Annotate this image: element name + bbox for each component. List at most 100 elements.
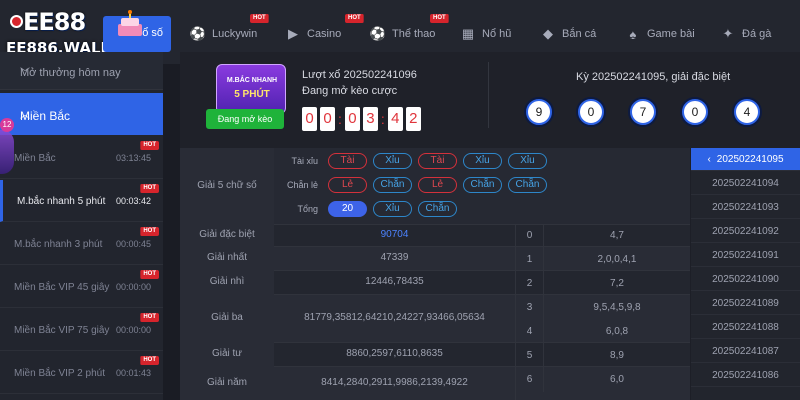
bet-result-pill[interactable]: Chẵn — [463, 177, 502, 193]
head-digit: 0 — [516, 224, 544, 248]
region-mien-bac[interactable]: Miền Bắc ︿ — [0, 93, 163, 135]
sidebar-item-lottery[interactable]: Miền Bắc VIP 2 phút 00:01:43 HOT — [0, 352, 163, 394]
prize-name: Giải tư — [180, 342, 274, 366]
nav-item-6[interactable]: ✦ Đá gà — [720, 24, 772, 44]
chevron-up-icon: ︿ — [20, 110, 30, 121]
tail-digits: 8,9 — [610, 350, 624, 361]
prize-name: Giải ba — [180, 294, 274, 342]
bet-result-pill[interactable]: Tài — [418, 153, 457, 169]
bet-result-pill[interactable]: Xỉu — [373, 201, 412, 217]
history-item[interactable]: 202502241090 — [691, 268, 800, 291]
nav-item-5[interactable]: ♠ Game bài — [625, 24, 695, 44]
history-item[interactable]: ‹ 202502241095 — [691, 148, 800, 171]
history-draw-id: 202502241092 — [712, 226, 779, 237]
sidebar-header[interactable]: Mở thưởng hôm nay ﹀ — [0, 52, 163, 90]
nav-item-3[interactable]: ▦ Nổ hũ — [460, 24, 512, 44]
bet-result-pill[interactable]: Xỉu — [463, 153, 502, 169]
bet-type-label: Chẵn lẻ — [286, 180, 318, 190]
result-ball: 7 — [630, 99, 656, 125]
nav-item-label: Nổ hũ — [482, 28, 512, 40]
history-draw-id: 202502241090 — [712, 274, 779, 285]
prize-name: Giải năm — [180, 366, 274, 400]
hot-badge: HOT — [140, 356, 159, 365]
round-panel: M.BẮC NHANH 5 PHÚT Đang mở kèo Lượt xổ 2… — [180, 52, 800, 148]
bet-result-pill[interactable]: Lẻ — [328, 177, 367, 193]
hot-badge: HOT — [250, 14, 269, 23]
football-icon: ⚽ — [189, 26, 207, 41]
head-digit: 4 — [516, 320, 544, 344]
bet-result-pill[interactable]: Lẻ — [418, 177, 457, 193]
bet-result-pill[interactable]: Xỉu — [373, 153, 412, 169]
sidebar-item-lottery[interactable]: M.bắc nhanh 3 phút 00:00:45 HOT — [0, 223, 163, 265]
bet-result-pill[interactable]: Chẵn — [418, 201, 457, 217]
hot-badge: HOT — [140, 227, 159, 236]
sidebar-item-lottery[interactable]: Miền Bắc VIP 45 giây 00:00:00 HOT — [0, 266, 163, 308]
bet-type-label: Tài xỉu — [291, 156, 318, 166]
lottery-name: Miền Bắc VIP 2 phút — [14, 368, 105, 379]
nav-item-1[interactable]: ▶ Casino — [285, 24, 341, 44]
bet-option-row: Tổng 20 Xỉu Chẵn — [274, 201, 463, 217]
game-logo-line2: 5 PHÚT — [234, 89, 270, 100]
sidebar-item-lottery[interactable]: Miền Bắc VIP 75 giây 00:00:00 HOT — [0, 309, 163, 351]
lottery-name: M.bắc nhanh 3 phút — [14, 239, 103, 250]
nav-item-0[interactable]: ⚽ Luckywin — [190, 24, 257, 44]
lottery-countdown: 00:03:42 — [115, 196, 151, 206]
prize-value: 81779,35812,64210,24227,93466,05634 — [274, 294, 516, 342]
hot-badge: HOT — [140, 313, 159, 322]
game-logo-line1: M.BẮC NHANH — [226, 77, 278, 84]
bet-result-pill[interactable]: Chẵn — [508, 177, 547, 193]
history-draw-id: 202502241093 — [712, 202, 779, 213]
countdown-timer: 0 0 : 0 3 : 4 2 — [302, 107, 424, 131]
countdown-separator: : — [338, 111, 342, 127]
hot-badge: HOT — [345, 14, 364, 23]
slot-icon: ▦ — [461, 26, 475, 41]
history-item[interactable]: 202502241094 — [691, 172, 800, 195]
bet-result-pill[interactable]: Xỉu — [508, 153, 547, 169]
head-digit: 1 — [516, 248, 544, 272]
lottery-sidebar: Mở thưởng hôm nay ﹀ Miền Bắc ︿ Miền Bắc 0… — [0, 52, 163, 400]
sidebar-item-lottery[interactable]: M.bắc nhanh 5 phút 00:03:42 HOT — [0, 180, 163, 222]
play-icon: ▶ — [288, 26, 298, 41]
history-item[interactable]: 202502241089 — [691, 292, 800, 315]
hot-badge: HOT — [140, 141, 159, 150]
history-item[interactable]: 202502241092 — [691, 220, 800, 243]
nav-item-label: Bắn cá — [562, 28, 597, 40]
nav-item-2[interactable]: ⚽ Thể thao — [369, 24, 436, 44]
bet-option-row: Chẵn lẻ Lẻ Chẵn Lẻ Chẵn Chẵn — [274, 177, 553, 193]
tail-digits: 2,0,0,4,1 — [597, 254, 637, 265]
history-item[interactable]: 202502241086 — [691, 364, 800, 387]
hot-badge: HOT — [140, 270, 159, 279]
notification-badge: 12 — [0, 118, 14, 132]
history-item[interactable]: 202502241088 — [691, 316, 800, 339]
bet-section-label: Giải 5 chữ số — [180, 148, 274, 224]
countdown-digit: 0 — [320, 107, 335, 131]
prize-name: Giải nhất — [180, 246, 274, 270]
prize-value: 8414,2840,2911,9986,2139,4922 — [274, 366, 516, 400]
birthday-cake-icon — [118, 10, 142, 36]
main-content: M.BẮC NHANH 5 PHÚT Đang mở kèo Lượt xổ 2… — [180, 52, 800, 400]
bet-result-pill[interactable]: Tài — [328, 153, 367, 169]
bet-result-pill[interactable]: 20 — [328, 201, 367, 217]
lottery-countdown: 00:00:00 — [115, 325, 151, 335]
soccer-icon: ⚽ — [369, 26, 387, 41]
history-draw-id: 202502241088 — [712, 322, 779, 333]
head-digit: 3 — [516, 296, 544, 320]
draw-title: Lượt xổ 202502241096 — [302, 69, 417, 81]
tail-digits: 4,7 — [610, 230, 624, 241]
lottery-countdown: 00:00:00 — [115, 282, 151, 292]
fish-icon: ◆ — [543, 26, 553, 41]
history-item[interactable]: 202502241091 — [691, 244, 800, 267]
lottery-countdown: 00:01:43 — [115, 368, 151, 378]
sidebar-item-lottery[interactable]: Miền Bắc 03:13:45 HOT — [0, 137, 163, 179]
history-draw-id: 202502241091 — [712, 250, 779, 261]
cards-icon: ♠ — [629, 26, 637, 42]
nav-item-4[interactable]: ◆ Bắn cá — [540, 24, 596, 44]
result-ball: 0 — [682, 99, 708, 125]
floating-promo-icon[interactable] — [0, 130, 14, 174]
open-status-button[interactable]: Đang mở kèo — [206, 109, 284, 129]
prize-name: Giải nhì — [180, 270, 274, 294]
lottery-countdown: 03:13:45 — [115, 153, 151, 163]
history-item[interactable]: 202502241087 — [691, 340, 800, 363]
history-item[interactable]: 202502241093 — [691, 196, 800, 219]
bet-result-pill[interactable]: Chẵn — [373, 177, 412, 193]
